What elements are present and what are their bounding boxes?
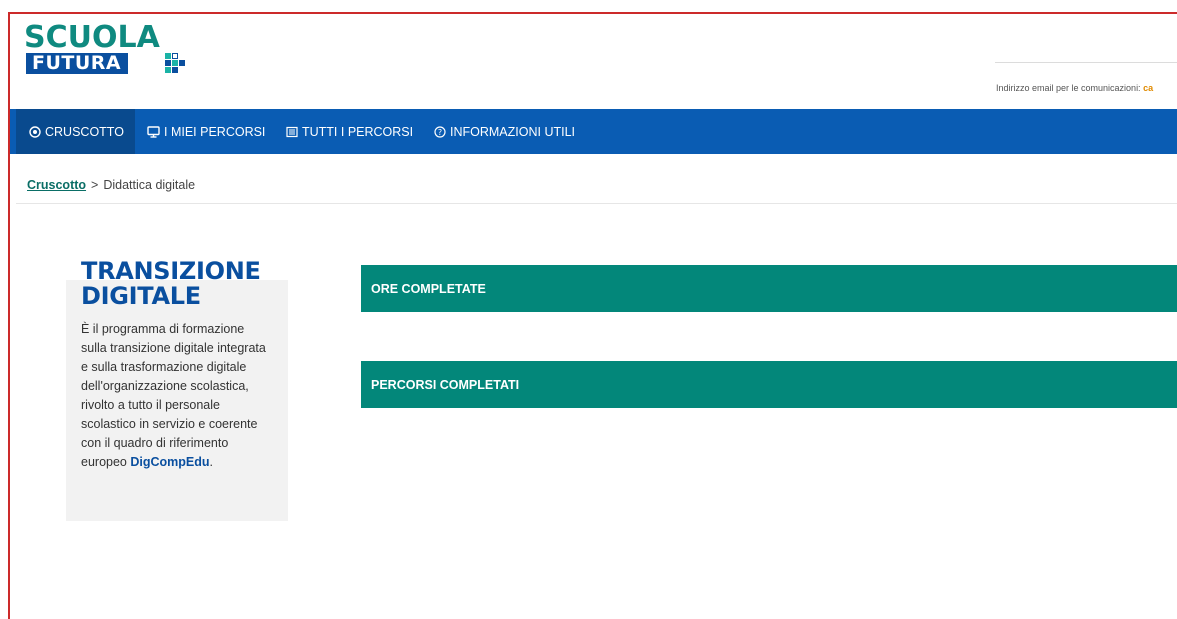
nav-item-tutti-i-percorsi[interactable]: TUTTI I PERCORSI [286, 109, 413, 154]
email-info: Indirizzo email per le comunicazioni: ca [996, 83, 1153, 93]
nav-item-i-miei-percorsi[interactable]: I MIEI PERCORSI [147, 109, 265, 154]
ore-completate-label: ORE COMPLETATE [371, 281, 486, 296]
ore-completate-panel[interactable]: ORE COMPLETATE [361, 265, 1177, 312]
email-value[interactable]: ca [1143, 83, 1153, 93]
digcompedu-highlight: DigCompEdu [130, 455, 210, 469]
header-divider [995, 62, 1177, 63]
monitor-icon [147, 125, 160, 138]
question-circle-icon: ? [434, 125, 446, 138]
breadcrumb: Cruscotto > Didattica digitale [27, 178, 195, 192]
percorsi-completati-panel[interactable]: PERCORSI COMPLETATI [361, 361, 1177, 408]
email-label: Indirizzo email per le comunicazioni: [996, 83, 1141, 93]
target-icon [29, 125, 41, 138]
nav-item-cruscotto[interactable]: CRUSCOTTO [16, 109, 135, 154]
info-card-text: È il programma di formazione sulla trans… [81, 320, 271, 472]
info-title-line1: TRANSIZIONE [81, 257, 261, 285]
main-navbar: CRUSCOTTO I MIEI PERCORSI TUTTI I PERCOR… [10, 109, 1177, 154]
scuola-futura-logo[interactable]: SCUOLA FUTURA [24, 23, 194, 83]
page: SCUOLA FUTURA Indirizzo email per le com… [10, 14, 1177, 619]
nav-item-label: I MIEI PERCORSI [164, 124, 266, 139]
list-icon [286, 126, 298, 137]
nav-item-label: INFORMAZIONI UTILI [450, 124, 575, 139]
breadcrumb-separator: > [91, 178, 99, 192]
nav-item-label: TUTTI I PERCORSI [302, 124, 414, 139]
nav-item-label: CRUSCOTTO [45, 124, 124, 139]
nav-item-informazioni-utili[interactable]: ? INFORMAZIONI UTILI [434, 109, 575, 154]
logo-pixels-icon [165, 53, 185, 75]
breadcrumb-current: Didattica digitale [103, 178, 196, 192]
site-header: SCUOLA FUTURA Indirizzo email per le com… [10, 14, 1177, 109]
info-description: È il programma di formazione sulla trans… [81, 322, 266, 469]
logo-line2: FUTURA [26, 53, 129, 74]
breadcrumb-divider [16, 203, 1177, 204]
info-card-title: TRANSIZIONE DIGITALE [81, 259, 261, 309]
logo-line1: SCUOLA [24, 20, 160, 55]
percorsi-completati-label: PERCORSI COMPLETATI [371, 377, 520, 392]
breadcrumb-link-cruscotto[interactable]: Cruscotto [27, 178, 86, 192]
info-trailing: . [209, 455, 214, 469]
svg-text:?: ? [438, 128, 442, 137]
info-title-line2: DIGITALE [81, 282, 201, 310]
